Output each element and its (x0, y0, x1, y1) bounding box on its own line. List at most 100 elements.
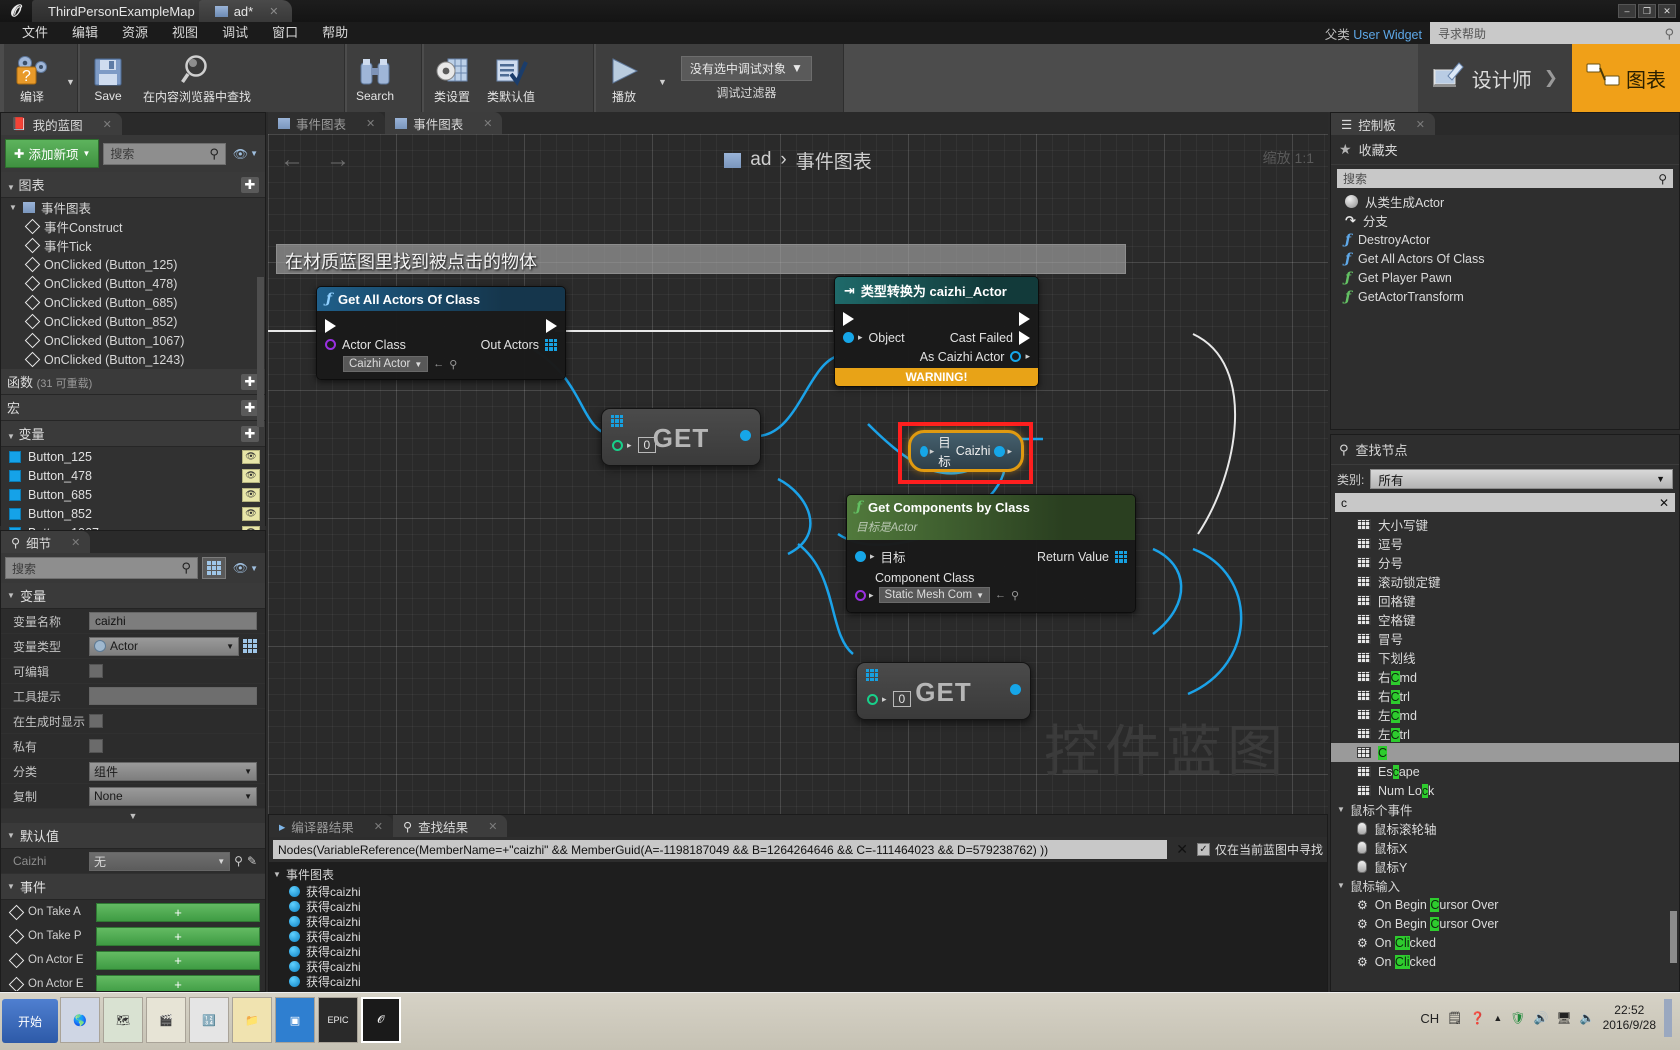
list-item[interactable]: Button_478 👁 (1, 466, 265, 485)
menu-edit[interactable]: 编辑 (60, 22, 110, 44)
list-item[interactable]: 获得caizhi (273, 944, 1327, 959)
group-header-mouse-events[interactable]: ▼ 鼠标个事件 (1331, 800, 1679, 819)
list-item[interactable]: 获得caizhi (273, 929, 1327, 944)
compile-dropdown-icon[interactable]: ▼ (60, 77, 81, 87)
list-item[interactable]: ƒ GetActorTransform (1331, 287, 1679, 306)
exec-out-pin[interactable] (1019, 311, 1030, 326)
list-item[interactable]: 大小写键 (1331, 515, 1679, 534)
taskbar-icon-browser[interactable]: 🗺 (103, 997, 143, 1043)
list-item[interactable]: ⚙ On Clicked (1331, 952, 1679, 971)
tree-item-event-graph[interactable]: ▼ 事件图表 (1, 198, 265, 217)
list-item[interactable]: 分号 (1331, 553, 1679, 572)
list-item-selected[interactable]: C (1331, 743, 1679, 762)
help-search-input[interactable]: 寻求帮助 ⚲ (1430, 22, 1680, 44)
output-pin[interactable] (740, 430, 751, 441)
list-item[interactable]: Button_685 👁 (1, 485, 265, 504)
category-select[interactable]: 组件 ▼ (89, 761, 257, 781)
exec-in-pin[interactable] (843, 311, 854, 326)
list-item[interactable]: 获得caizhi (273, 914, 1327, 929)
eye-icon[interactable]: 👁 (242, 487, 260, 502)
list-item[interactable]: ⚙ On Begin Cursor Over (1331, 895, 1679, 914)
browse-icon[interactable]: ⚲ (1011, 589, 1019, 602)
category-select[interactable]: 所有 ▼ (1370, 469, 1673, 489)
as-caizhi-actor-pin[interactable] (1010, 351, 1022, 362)
tray-icon-shield[interactable]: 🛡 (1510, 1011, 1525, 1025)
list-item[interactable]: 获得caizhi (273, 899, 1327, 914)
list-item[interactable]: 事件Tick (1, 236, 265, 255)
find-node-query-input[interactable]: c ✕ (1335, 493, 1675, 512)
cast-failed-exec-pin[interactable] (1019, 330, 1030, 345)
play-button[interactable]: 播放 (596, 46, 652, 110)
taskbar-icon-app[interactable]: ▣ (275, 997, 315, 1043)
tray-icon-expand[interactable]: ▲ (1493, 1013, 1502, 1023)
tab-palette[interactable]: ☰ 控制板 ✕ (1331, 113, 1435, 135)
taskbar-clock[interactable]: 22:52 2016/9/28 (1603, 1003, 1656, 1033)
minimize-button[interactable]: – (1618, 4, 1636, 18)
component-class-pin[interactable] (855, 589, 866, 601)
private-checkbox[interactable] (89, 739, 103, 753)
scrollbar[interactable] (257, 277, 264, 427)
add-new-button[interactable]: ✚ 添加新项 ▼ (5, 139, 100, 168)
list-item[interactable]: 空格键 (1331, 610, 1679, 629)
node-get-all-actors-of-class[interactable]: ƒ Get All Actors Of Class Actor Class Ou… (316, 286, 566, 380)
exec-in-pin[interactable] (325, 318, 336, 333)
eye-icon[interactable]: 👁 (242, 468, 260, 483)
eye-icon[interactable]: 👁 (242, 506, 260, 521)
class-settings-button[interactable]: 类设置 (424, 46, 480, 110)
actor-class-select[interactable]: Caizhi Actor ▼ (343, 356, 429, 372)
comment-node[interactable]: 在材质蓝图里找到被点击的物体 (276, 244, 1126, 274)
tab-event-graph-1[interactable]: 事件图表 ✕ (268, 112, 386, 134)
use-selected-icon[interactable]: ← (995, 589, 1006, 601)
list-item[interactable]: OnClicked (Button_478) (1, 274, 265, 293)
tray-icon-sound[interactable]: 🔈 (1580, 1011, 1595, 1025)
add-event-button[interactable]: + (96, 950, 260, 970)
menu-debug[interactable]: 调试 (210, 22, 260, 44)
taskbar-icon-ie[interactable]: 🌎 (60, 997, 100, 1043)
save-button[interactable]: Save (80, 46, 136, 110)
my-blueprint-search-input[interactable]: 搜索 ⚲ (103, 142, 226, 165)
compile-button[interactable]: ? 编译 (4, 46, 60, 110)
node-get-array-element-2[interactable]: ▸ 0 GET (856, 662, 1031, 720)
list-item[interactable]: OnClicked (Button_1243) (1, 350, 265, 369)
default-value-select[interactable]: 无 ▼ (89, 851, 231, 871)
list-item[interactable]: 事件Construct (1, 217, 265, 236)
replication-select[interactable]: None ▼ (89, 786, 257, 806)
list-item[interactable]: OnClicked (Button_125) (1, 255, 265, 274)
variable-name-input[interactable]: caizhi (89, 612, 257, 630)
graph-canvas[interactable]: ← → ad › 事件图表 缩放 1:1 控件蓝图 在材质蓝图里找到被点击的物体… (268, 134, 1328, 814)
breadcrumb-root[interactable]: ad (750, 149, 771, 171)
tab-find-results[interactable]: ⚲ 查找结果 ✕ (393, 815, 508, 837)
graphs-section-header[interactable]: ▼ 图表 ✚ (1, 172, 265, 198)
exec-out-pin[interactable] (546, 318, 557, 333)
graph-mode-button[interactable]: 图表 (1572, 44, 1680, 112)
play-dropdown-icon[interactable]: ▼ (652, 77, 673, 87)
list-item[interactable]: ⚙ On Begin Cursor Over (1331, 914, 1679, 933)
details-variable-section[interactable]: ▼ 变量 (1, 583, 265, 609)
close-icon[interactable]: ✕ (374, 820, 383, 833)
tab-details[interactable]: ⚲ 细节 ✕ (1, 531, 91, 553)
add-event-button[interactable]: + (96, 974, 260, 991)
taskbar-icon-epic[interactable]: EPIC (318, 997, 358, 1043)
find-results-root[interactable]: ▼ 事件图表 (273, 865, 1327, 884)
list-item[interactable]: 鼠标Y (1331, 857, 1679, 876)
close-window-button[interactable]: ✕ (1658, 4, 1676, 18)
close-icon[interactable]: ✕ (488, 820, 497, 833)
parent-class-value[interactable]: User Widget (1353, 28, 1422, 42)
close-icon[interactable]: ✕ (71, 536, 80, 549)
list-item[interactable]: Button_852 👁 (1, 504, 265, 523)
array-out-pin[interactable] (545, 338, 557, 351)
find-in-content-browser-button[interactable]: 在内容浏览器中查找 (136, 46, 258, 110)
list-item[interactable]: OnClicked (Button_852) (1, 312, 265, 331)
list-item[interactable]: Button_125 👁 (1, 447, 265, 466)
use-selected-icon[interactable]: ← (433, 358, 444, 370)
list-item[interactable]: Num Lock (1331, 781, 1679, 800)
expose-on-spawn-checkbox[interactable] (89, 714, 103, 728)
browse-icon[interactable]: ⚲ (234, 854, 243, 868)
debug-object-select[interactable]: 没有选中调试对象 ▼ (680, 55, 812, 81)
details-search-input[interactable]: 搜索 ⚲ (5, 557, 198, 579)
visibility-options-button[interactable]: 👁 ▼ (230, 147, 261, 161)
add-variable-button[interactable]: ✚ (241, 425, 259, 442)
expand-advanced-button[interactable]: ▼ (1, 809, 265, 823)
list-item[interactable]: ⚙ On Clicked (1331, 933, 1679, 952)
tab-compiler-results[interactable]: ▸ 编译器结果 ✕ (269, 815, 394, 837)
